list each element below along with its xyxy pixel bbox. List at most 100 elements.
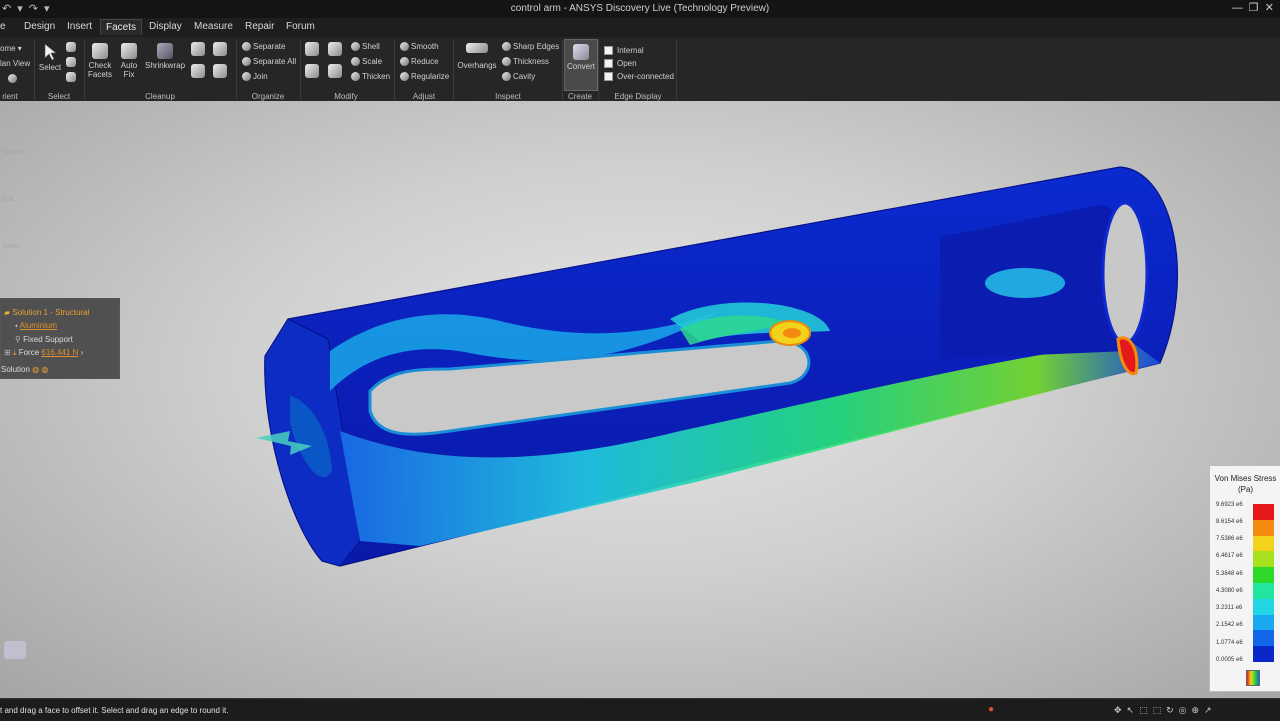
- menu-insert[interactable]: Insert: [67, 21, 92, 32]
- menu-repair[interactable]: Repair: [245, 21, 274, 32]
- ribbon: ome ▾ lan View rient Select Select Check…: [0, 37, 1280, 102]
- divider: [598, 40, 599, 100]
- setup-tool[interactable]: Setup: [2, 243, 20, 250]
- view-triad-icon[interactable]: [4, 641, 26, 659]
- group-label-inspect: Inspect: [495, 92, 521, 101]
- shrinkwrap-button[interactable]: Shrinkwrap: [145, 43, 185, 70]
- 3d-viewport[interactable]: Sketch Edit Setup ▰ Solution 1 - Structu…: [0, 101, 1280, 698]
- stress-model-render[interactable]: [0, 101, 1280, 698]
- orient-camera-icon[interactable]: [8, 74, 19, 84]
- plan-view-button[interactable]: lan View: [0, 59, 30, 68]
- select-button[interactable]: Select: [38, 43, 62, 72]
- regularize-button[interactable]: Regularize: [400, 72, 449, 82]
- auto-fix-icon: [121, 43, 137, 59]
- sharp-edges-label: Sharp Edges: [513, 42, 560, 51]
- modify-tool-icon[interactable]: [328, 42, 342, 58]
- overhangs-button[interactable]: Overhangs: [456, 43, 498, 70]
- scale-button[interactable]: Scale: [351, 57, 382, 67]
- internal-label: Internal: [617, 46, 644, 55]
- force-value-link[interactable]: 616.441 N: [41, 348, 78, 357]
- modify-tool-icon[interactable]: [305, 42, 319, 58]
- cleanup-tool-icon[interactable]: [191, 42, 205, 58]
- tree-item-material[interactable]: ⬩ Aluminium: [15, 321, 57, 331]
- menu-display[interactable]: Display: [149, 21, 182, 32]
- legend-value: 6.4617 e6: [1216, 553, 1243, 559]
- modify-tool-icon[interactable]: [328, 64, 342, 80]
- sharp-edges-button[interactable]: Sharp Edges: [502, 42, 560, 52]
- menu-measure[interactable]: Measure: [194, 21, 233, 32]
- auto-fix-button[interactable]: Auto Fix: [117, 43, 141, 79]
- open-checkbox[interactable]: Open: [604, 59, 637, 69]
- sketch-tool[interactable]: Sketch: [2, 149, 23, 156]
- select-label: Select: [38, 63, 62, 72]
- group-label-modify: Modify: [334, 92, 358, 101]
- tree-item-fixed-support[interactable]: ⚲ Fixed Support: [15, 335, 73, 344]
- menu-facets[interactable]: Facets: [100, 19, 143, 35]
- separate-button[interactable]: Separate: [242, 42, 286, 52]
- solution-row-label: Solution: [1, 365, 30, 374]
- shell-button[interactable]: Shell: [351, 42, 380, 52]
- cleanup-tool-icon[interactable]: [191, 64, 205, 80]
- internal-checkbox[interactable]: Internal: [604, 46, 644, 56]
- status-bar: t and drag a face to offset it. Select a…: [0, 698, 1280, 721]
- join-button[interactable]: Join: [242, 72, 268, 82]
- alert-icon[interactable]: ●: [988, 704, 994, 715]
- color-scheme-icon[interactable]: [1246, 670, 1260, 686]
- check-facets-button[interactable]: Check Facets: [87, 43, 113, 79]
- convert-button[interactable]: Convert: [564, 39, 598, 91]
- expand-icon[interactable]: ⊞: [4, 348, 11, 357]
- thickness-icon: [502, 57, 511, 67]
- legend-value: 3.2311 e6: [1216, 605, 1243, 611]
- divider: [34, 40, 35, 100]
- menu-forum[interactable]: Forum: [286, 21, 315, 32]
- group-label-edge-display: Edge Display: [614, 92, 662, 101]
- menu-file[interactable]: e: [0, 21, 6, 32]
- legend-value: 0.0005 e6: [1216, 657, 1243, 663]
- smooth-button[interactable]: Smooth: [400, 42, 439, 52]
- separate-label: Separate: [253, 42, 286, 51]
- modify-tool-icon[interactable]: [305, 64, 319, 80]
- home-button[interactable]: ome ▾: [0, 44, 22, 53]
- smooth-label: Smooth: [411, 42, 439, 51]
- tree-item-solution-results[interactable]: Solution ◍ ◍: [1, 365, 48, 374]
- shell-icon: [351, 42, 360, 52]
- window-controls[interactable]: — ❐ ✕: [1232, 1, 1274, 14]
- solve-icon[interactable]: ◍: [32, 365, 39, 374]
- menu-design[interactable]: Design: [24, 21, 55, 32]
- separate-all-button[interactable]: Separate All: [242, 57, 296, 67]
- edit-tool[interactable]: Edit: [2, 196, 14, 203]
- reduce-icon: [400, 57, 409, 67]
- over-connected-checkbox[interactable]: Over-connected: [604, 72, 674, 82]
- thicken-button[interactable]: Thicken: [351, 72, 390, 82]
- open-label: Open: [617, 59, 637, 68]
- divider: [300, 40, 301, 100]
- chevron-right-icon[interactable]: ›: [81, 348, 84, 357]
- select-option-icon[interactable]: [66, 57, 76, 69]
- select-option-icon[interactable]: [66, 72, 76, 84]
- legend-color-swatch: [1253, 535, 1274, 552]
- checkbox-icon: [604, 72, 613, 82]
- thickness-button[interactable]: Thickness: [502, 57, 549, 67]
- cleanup-tool-icon[interactable]: [213, 42, 227, 58]
- convert-label: Convert: [566, 62, 595, 71]
- thicken-icon: [351, 72, 360, 82]
- legend-color-swatch: [1253, 551, 1274, 568]
- select-option-icon[interactable]: [66, 42, 76, 54]
- legend-value: 2.1542 e6: [1216, 622, 1243, 628]
- separate-icon: [242, 42, 251, 52]
- join-icon: [242, 72, 251, 82]
- legend-color-swatch: [1253, 519, 1274, 537]
- status-view-tools[interactable]: ✥↖⬚⬚↻◎⊕↗: [1114, 705, 1217, 716]
- tree-item-solution[interactable]: ▰ Solution 1 - Structural: [4, 308, 89, 317]
- title-bar: ↶▾↷▾ control arm - ANSYS Discovery Live …: [0, 0, 1280, 18]
- cavity-button[interactable]: Cavity: [502, 72, 535, 82]
- divider: [562, 40, 563, 100]
- material-link[interactable]: Aluminium: [20, 321, 57, 330]
- tree-item-force[interactable]: ⊞ ⤓ Force 616.441 N ›: [4, 348, 83, 358]
- status-message: t and drag a face to offset it. Select a…: [0, 706, 229, 715]
- results-icon[interactable]: ◍: [41, 365, 48, 374]
- cursor-arrow-icon: [44, 43, 57, 61]
- shell-label: Shell: [362, 42, 380, 51]
- cleanup-tool-icon[interactable]: [213, 64, 227, 80]
- reduce-button[interactable]: Reduce: [400, 57, 439, 67]
